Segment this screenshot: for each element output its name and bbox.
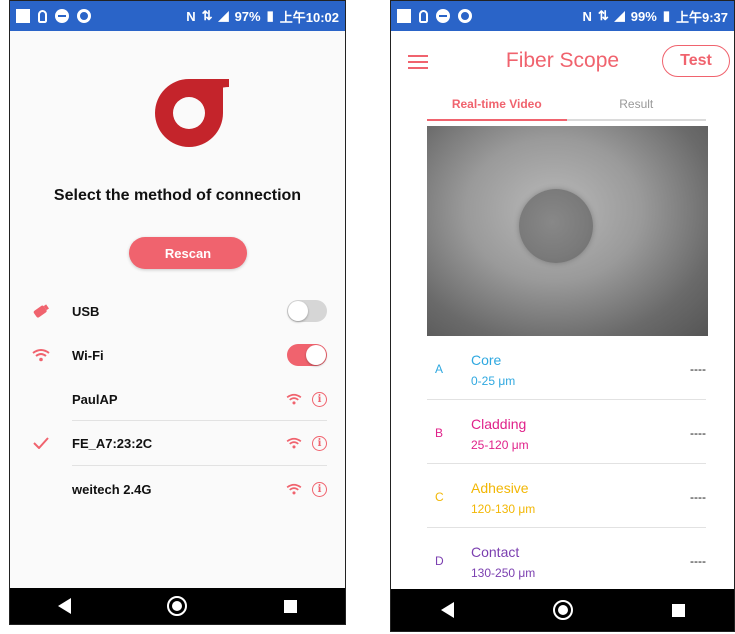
clock: 上午10:02 (279, 9, 339, 25)
zone-letter: A (435, 362, 444, 376)
zone-value: ---- (690, 554, 706, 568)
back-icon[interactable] (58, 598, 72, 614)
checkmark-icon (33, 437, 49, 449)
zone-value: ---- (690, 426, 706, 440)
zone-value: ---- (690, 490, 706, 504)
zone-name: Adhesive (471, 480, 529, 496)
divider (72, 465, 327, 466)
app-bar: Fiber Scope Test (391, 31, 734, 91)
network-ssid: weitech 2.4G (72, 481, 152, 497)
wifi-label: Wi-Fi (72, 347, 104, 363)
wifi-signal-icon (286, 483, 302, 495)
status-bar: N ⇅ ◢ 99% ▮ 上午9:37 (391, 1, 734, 31)
bulb-icon (419, 9, 428, 23)
zone-letter: B (435, 426, 444, 440)
tab-real-time-video[interactable]: Real-time Video (427, 95, 567, 121)
divider (427, 463, 706, 464)
home-icon[interactable] (552, 600, 573, 620)
zone-row-cladding: B Cladding 25-120 μm ---- (427, 404, 706, 468)
fiber-video-feed (427, 126, 708, 336)
info-icon[interactable]: i (312, 435, 327, 451)
wifi-signal-icon (286, 393, 302, 405)
recent-apps-icon[interactable] (283, 599, 297, 613)
circle-icon (458, 9, 472, 23)
usb-icon (33, 304, 49, 318)
tab-result[interactable]: Result (567, 95, 707, 119)
bulb-icon (38, 9, 47, 23)
battery-text: 97% (234, 8, 261, 24)
divider (427, 527, 706, 528)
zone-row-contact: D Contact 130-250 μm ---- (427, 532, 706, 596)
status-bar: N ⇅ ◢ 97% ▮ 上午10:02 (10, 1, 345, 31)
wifi-row: Wi-Fi (10, 333, 345, 377)
home-icon[interactable] (167, 596, 188, 616)
recent-apps-icon[interactable] (671, 603, 685, 617)
wifi-icon: ⇅ (201, 8, 213, 23)
nav-bar (391, 589, 734, 631)
circle-icon (77, 9, 91, 23)
square-icon (397, 9, 411, 23)
zone-name: Cladding (471, 416, 527, 432)
nfc-icon: N (582, 8, 592, 24)
zone-letter: D (435, 554, 444, 568)
test-button[interactable]: Test (662, 45, 730, 77)
info-icon[interactable]: i (312, 481, 327, 497)
wifi-icon: ⇅ (597, 8, 609, 23)
zone-range: 25-120 μm (471, 438, 529, 452)
wifi-signal-icon (286, 437, 302, 449)
zone-range: 130-250 μm (471, 566, 536, 580)
usb-toggle[interactable] (287, 300, 327, 322)
network-ssid: FE_A7:23:2C (72, 435, 153, 451)
nav-bar (10, 588, 345, 624)
zone-value: ---- (690, 362, 706, 376)
app-logo (155, 79, 229, 147)
dnd-icon (436, 9, 450, 23)
usb-label: USB (72, 303, 100, 319)
battery-icon: ▮ (266, 8, 274, 23)
battery-icon: ▮ (662, 8, 670, 23)
divider (427, 399, 706, 400)
zone-name: Core (471, 352, 502, 368)
nfc-icon: N (186, 8, 196, 24)
zone-range: 0-25 μm (471, 374, 516, 388)
connection-title: Select the method of connection (53, 187, 302, 204)
usb-row: USB (10, 289, 345, 333)
dnd-icon (55, 9, 69, 23)
wifi-icon (32, 349, 50, 362)
signal-icon: ◢ (614, 8, 625, 23)
zone-row-core: A Core 0-25 μm ---- (427, 340, 706, 404)
zone-letter: C (435, 490, 444, 504)
network-row[interactable]: weitech 2.4G i (10, 467, 345, 511)
network-row[interactable]: PaulAP i (10, 377, 345, 421)
zone-name: Contact (471, 544, 520, 560)
network-ssid: PaulAP (72, 391, 118, 407)
tab-bar: Real-time Video Result (427, 95, 706, 121)
zone-range: 120-130 μm (471, 502, 536, 516)
zone-row-adhesive: C Adhesive 120-130 μm ---- (427, 468, 706, 532)
right-phone-screen: N ⇅ ◢ 99% ▮ 上午9:37 Fiber Scope Test Real… (390, 0, 735, 632)
back-icon[interactable] (440, 602, 454, 618)
rescan-button[interactable]: Rescan (129, 237, 247, 269)
signal-icon: ◢ (218, 8, 229, 23)
wifi-toggle[interactable] (287, 344, 327, 366)
fiber-end-face (519, 189, 593, 263)
square-icon (16, 9, 30, 23)
battery-text: 99% (630, 8, 657, 24)
clock: 上午9:37 (675, 9, 728, 25)
info-icon[interactable]: i (312, 391, 327, 407)
network-row[interactable]: FE_A7:23:2C i (10, 421, 345, 465)
left-phone-screen: N ⇅ ◢ 97% ▮ 上午10:02 Select the method of… (9, 0, 346, 625)
